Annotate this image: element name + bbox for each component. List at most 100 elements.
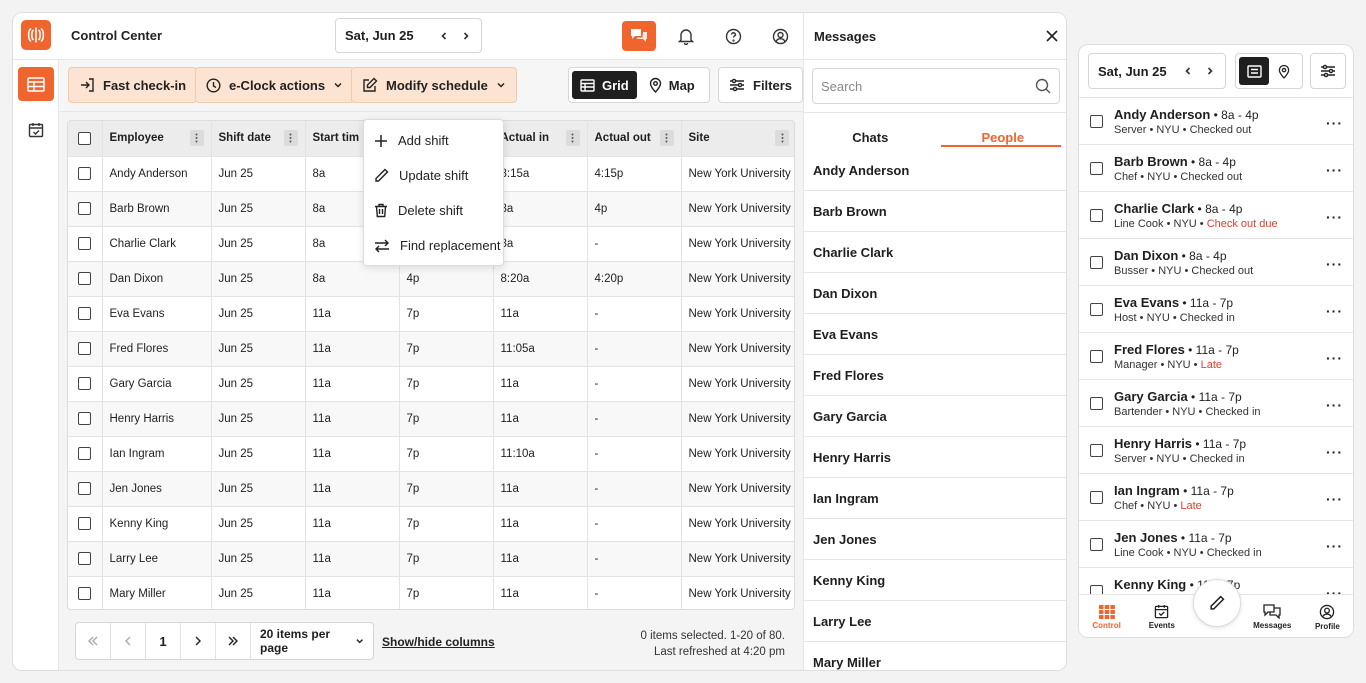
last-page-button[interactable] (216, 623, 251, 659)
people-list-item[interactable]: Ian Ingram (804, 478, 1066, 519)
nav-messages[interactable]: Messages (1245, 595, 1300, 637)
row-checkbox[interactable] (1090, 585, 1103, 594)
more-options-icon[interactable]: ··· (1326, 256, 1343, 272)
table-row[interactable]: Jen Jones Jun 25 11a 7p 11a - New York Univers… (68, 471, 794, 507)
bell-icon[interactable] (669, 21, 703, 51)
column-menu-icon[interactable] (189, 130, 204, 147)
list-item[interactable]: Charlie Clark • 8a - 4p Line Cook • NYU •… (1079, 192, 1353, 239)
map-pin-icon[interactable] (1269, 57, 1299, 85)
table-row[interactable]: Mary Miller Jun 25 11a 7p 11a - New York Unive… (68, 576, 794, 609)
row-checkbox[interactable] (78, 552, 91, 565)
row-checkbox[interactable] (1090, 209, 1103, 222)
row-checkbox[interactable] (1090, 444, 1103, 457)
show-hide-columns-link[interactable]: Show/hide columns (382, 635, 495, 649)
row-checkbox[interactable] (78, 342, 91, 355)
list-item[interactable]: Dan Dixon • 8a - 4p Busser • NYU • Checke… (1079, 239, 1353, 286)
first-page-button[interactable] (76, 623, 111, 659)
people-list-item[interactable]: Larry Lee (804, 601, 1066, 642)
row-checkbox[interactable] (78, 517, 91, 530)
people-list-item[interactable]: Fred Flores (804, 355, 1066, 396)
column-header[interactable]: Shift date (211, 121, 306, 157)
people-list-item[interactable]: Charlie Clark (804, 232, 1066, 273)
list-view-icon[interactable] (1239, 57, 1269, 85)
people-list-item[interactable]: Henry Harris (804, 437, 1066, 478)
row-checkbox[interactable] (1090, 350, 1103, 363)
table-row[interactable]: Ian Ingram Jun 25 11a 7p 11:10a - New York Uni… (68, 436, 794, 472)
row-checkbox[interactable] (1090, 256, 1103, 269)
row-checkbox[interactable] (78, 202, 91, 215)
list-item[interactable]: Ian Ingram • 11a - 7p Chef • NYU • Late ··… (1079, 474, 1353, 521)
row-checkbox[interactable] (78, 237, 91, 250)
prev-day-button[interactable] (433, 25, 455, 47)
people-list-item[interactable]: Mary Miller (804, 642, 1066, 670)
row-checkbox[interactable] (78, 167, 91, 180)
select-all-checkbox[interactable] (78, 131, 91, 145)
list-item[interactable]: Gary Garcia • 11a - 7p Bartender • NYU • … (1079, 380, 1353, 427)
row-checkbox[interactable] (78, 587, 91, 600)
messages-toggle-button[interactable] (622, 21, 656, 51)
more-options-icon[interactable]: ··· (1326, 397, 1343, 413)
prev-page-button[interactable] (111, 623, 146, 659)
modify-schedule-button[interactable]: Modify schedule (351, 67, 517, 103)
grid-view-button[interactable]: Grid (572, 71, 637, 99)
mobile-date-picker[interactable]: Sat, Jun 25 (1088, 53, 1226, 89)
row-checkbox[interactable] (1090, 491, 1103, 504)
list-item[interactable]: Fred Flores • 11a - 7p Manager • NYU • La… (1079, 333, 1353, 380)
menu-item-delete-shift[interactable]: Delete shift (364, 193, 503, 228)
account-icon[interactable] (763, 21, 797, 51)
filters-icon[interactable] (1310, 53, 1346, 89)
list-item[interactable]: Barb Brown • 8a - 4p Chef • NYU • Checked… (1079, 145, 1353, 192)
sidebar-item-calendar[interactable] (18, 113, 54, 147)
list-item[interactable]: Eva Evans • 11a - 7p Host • NYU • Checked… (1079, 286, 1353, 333)
more-options-icon[interactable]: ··· (1326, 209, 1343, 225)
column-header[interactable]: Actual in (493, 121, 588, 157)
sidebar-item-grid[interactable] (18, 67, 54, 101)
nav-profile[interactable]: Profile (1300, 595, 1353, 637)
list-item[interactable]: Jen Jones • 11a - 7p Line Cook • NYU • Ch… (1079, 521, 1353, 568)
column-menu-icon[interactable] (565, 130, 580, 147)
more-options-icon[interactable]: ··· (1326, 162, 1343, 178)
row-checkbox[interactable] (1090, 303, 1103, 316)
menu-item-add-shift[interactable]: Add shift (364, 123, 503, 158)
nav-events[interactable]: Events (1134, 595, 1189, 637)
next-page-button[interactable] (181, 623, 216, 659)
people-list-item[interactable]: Gary Garcia (804, 396, 1066, 437)
more-options-icon[interactable]: ··· (1326, 585, 1343, 594)
table-row[interactable]: Larry Lee Jun 25 11a 7p 11a - New York Univers… (68, 541, 794, 577)
table-row[interactable]: Gary Garcia Jun 25 11a 7p 11a - New York Unive… (68, 366, 794, 402)
more-options-icon[interactable]: ··· (1326, 491, 1343, 507)
row-checkbox[interactable] (1090, 162, 1103, 175)
people-list-item[interactable]: Eva Evans (804, 314, 1066, 355)
fast-checkin-button[interactable]: Fast check-in (68, 67, 198, 103)
table-row[interactable]: Kenny King Jun 25 11a 7p 11a - New York Univer… (68, 506, 794, 542)
row-checkbox[interactable] (78, 412, 91, 425)
table-row[interactable]: Henry Harris Jun 25 11a 7p 11a - New York Univ… (68, 401, 794, 437)
menu-item-update-shift[interactable]: Update shift (364, 158, 503, 193)
row-checkbox[interactable] (1090, 397, 1103, 410)
nav-control[interactable]: Control (1079, 595, 1134, 637)
menu-item-find-replacement[interactable]: Find replacement (364, 228, 503, 263)
more-options-icon[interactable]: ··· (1326, 444, 1343, 460)
more-options-icon[interactable]: ··· (1326, 115, 1343, 131)
close-icon[interactable] (1046, 30, 1058, 42)
next-day-button[interactable] (1199, 60, 1221, 82)
list-item[interactable]: Andy Anderson • 8a - 4p Server • NYU • Ch… (1079, 98, 1353, 145)
column-menu-icon[interactable] (283, 130, 298, 147)
people-list-item[interactable]: Andy Anderson (804, 150, 1066, 191)
column-menu-icon[interactable] (775, 130, 789, 147)
column-header[interactable]: Site (681, 121, 794, 157)
prev-day-button[interactable] (1177, 60, 1199, 82)
row-checkbox[interactable] (1090, 538, 1103, 551)
people-list-item[interactable]: Barb Brown (804, 191, 1066, 232)
row-checkbox[interactable] (78, 377, 91, 390)
row-checkbox[interactable] (1090, 115, 1103, 128)
column-header[interactable]: Actual out (587, 121, 682, 157)
row-checkbox[interactable] (78, 272, 91, 285)
table-row[interactable]: Eva Evans Jun 25 11a 7p 11a - New York Univers… (68, 296, 794, 332)
more-options-icon[interactable]: ··· (1326, 538, 1343, 554)
people-list-item[interactable]: Kenny King (804, 560, 1066, 601)
more-options-icon[interactable]: ··· (1326, 303, 1343, 319)
list-item[interactable]: Henry Harris • 11a - 7p Server • NYU • Ch… (1079, 427, 1353, 474)
table-row[interactable]: Fred Flores Jun 25 11a 7p 11:05a - New York Un… (68, 331, 794, 367)
date-picker[interactable]: Sat, Jun 25 (335, 18, 482, 53)
